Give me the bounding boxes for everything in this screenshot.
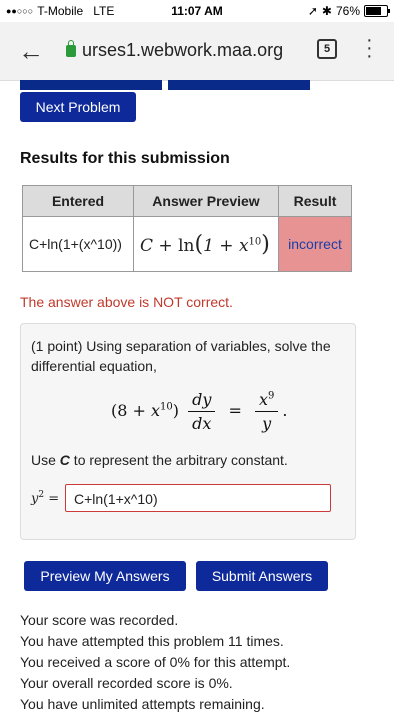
answer-input[interactable]: C+ln(1+x^10) [65, 484, 331, 512]
entered-cell: C+ln(1+(x^10)) [22, 216, 134, 272]
results-header-row: Entered Answer Preview Result [22, 185, 352, 217]
differential-equation: (8 + x10) dy dx = x9 y. [111, 390, 288, 433]
answer-label: y2 = [31, 490, 60, 507]
score-line: You have attempted this problem 11 times… [20, 633, 284, 649]
battery-percent: 76% [335, 4, 360, 18]
column-result: Result [278, 185, 352, 217]
location-icon: ➚ [307, 4, 318, 18]
rhs-fraction: x9 y [254, 390, 279, 433]
battery-icon [364, 5, 390, 17]
url-text: urses1.webwork.maa.org [82, 40, 284, 60]
results-table: Entered Answer Preview Result C+ln(1+(x^… [22, 185, 352, 272]
browser-toolbar: ← urses1.webwork.maa.org 5 · · · [0, 22, 394, 81]
problem-statement: (1 point) Using separation of variables,… [31, 338, 331, 374]
result-cell: incorrect [278, 216, 352, 272]
answer-preview-cell: C + ln(1 + x10) [133, 216, 279, 272]
problem-box: (1 point) Using separation of variables,… [20, 323, 356, 540]
top-button-strip [20, 80, 350, 92]
problem-list-button[interactable] [168, 80, 310, 90]
bluetooth-icon: ✱ [321, 4, 332, 18]
more-menu-icon[interactable]: · · · [366, 30, 373, 66]
preview-answers-button[interactable]: Preview My Answers [24, 561, 186, 591]
constant-instruction: Use C to represent the arbitrary constan… [31, 452, 288, 468]
dy-dx-fraction: dy dx [188, 390, 216, 433]
address-bar[interactable]: urses1.webwork.maa.org [66, 40, 286, 61]
next-problem-button[interactable]: Next Problem [20, 92, 136, 122]
score-line: Your overall recorded score is 0%. [20, 675, 233, 691]
results-title: Results for this submission [20, 150, 230, 167]
incorrect-message: The answer above is NOT correct. [20, 294, 233, 310]
column-entered: Entered [22, 185, 134, 217]
score-line: You received a score of 0% for this atte… [20, 654, 291, 670]
results-row: C+ln(1+(x^10)) C + ln(1 + x10) incorrect [22, 216, 352, 272]
score-line: You have unlimited attempts remaining. [20, 696, 265, 712]
tab-switcher-button[interactable]: 5 [317, 39, 337, 59]
previous-problem-button[interactable] [20, 80, 162, 90]
submit-answers-button[interactable]: Submit Answers [196, 561, 328, 591]
status-bar: ●●○○○ T-Mobile LTE 11:07 AM ➚ ✱ 76% [0, 0, 394, 22]
lock-icon [66, 40, 76, 57]
column-answer-preview: Answer Preview [133, 185, 279, 217]
score-info: Your score was recorded. You have attemp… [20, 610, 290, 715]
status-right: ➚ ✱ 76% [307, 4, 390, 18]
score-line: Your score was recorded. [20, 612, 179, 628]
back-arrow-icon[interactable]: ← [18, 36, 44, 67]
